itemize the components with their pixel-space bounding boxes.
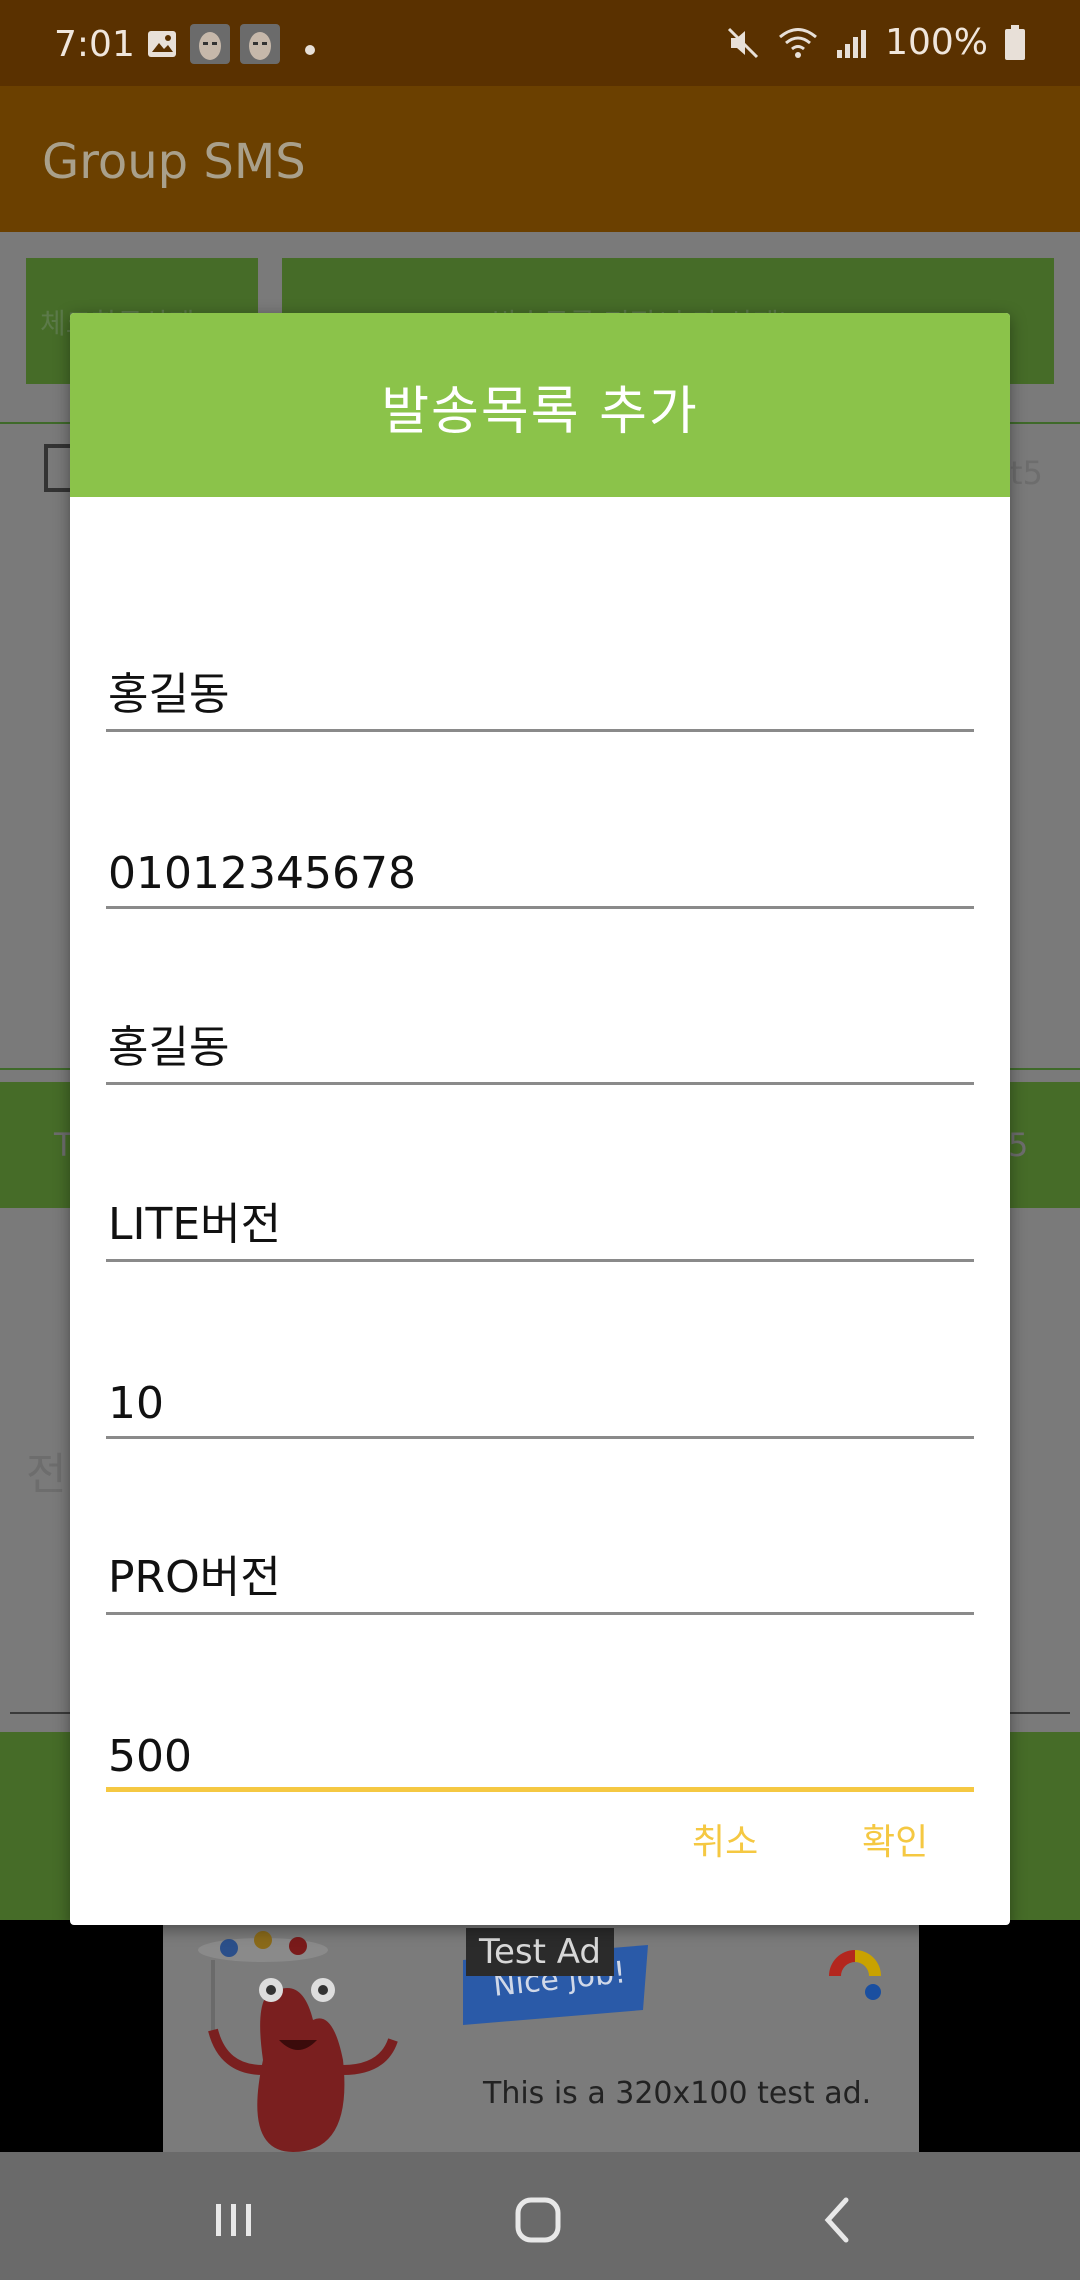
- field-underline: [106, 1612, 974, 1615]
- avatar-notification-icon: [240, 24, 280, 64]
- field-value: 10: [108, 1378, 164, 1429]
- dialog-title: 발송목록 추가: [381, 382, 699, 442]
- add-send-list-dialog: 발송목록 추가 홍길동 01012345678 홍길동 LITE버전 10 PR…: [70, 313, 1010, 1925]
- sender-field[interactable]: 홍길동: [106, 1005, 974, 1085]
- ad-monster-illustration: [198, 1931, 398, 2152]
- field-value: 홍길동: [108, 1022, 230, 1073]
- cancel-button[interactable]: 취소: [692, 1813, 758, 1865]
- test-ad-label: Test Ad: [466, 1928, 614, 1976]
- field-underline: [106, 1436, 974, 1439]
- background-side-text: 전: [26, 1449, 67, 1500]
- mute-icon: [728, 27, 759, 58]
- app-bar: Group SMS: [0, 86, 1080, 232]
- field-underline: [106, 729, 974, 732]
- home-icon[interactable]: [508, 2190, 568, 2250]
- field-underline: [106, 1259, 974, 1262]
- field-underline: [106, 906, 974, 909]
- battery-percent: 100%: [885, 22, 988, 63]
- battery-icon: [1005, 24, 1025, 60]
- gallery-notification-icon: [148, 31, 176, 57]
- dialog-header: 발송목록 추가: [70, 313, 1010, 497]
- field-value: LITE버전: [108, 1199, 282, 1250]
- avatar-notification-icon: [190, 24, 230, 64]
- field-underline: [106, 1082, 974, 1085]
- back-icon[interactable]: [808, 2190, 868, 2250]
- pro-limit-field[interactable]: 500: [106, 1712, 974, 1792]
- row-right-text: t5: [1010, 454, 1043, 492]
- app-title: Group SMS: [42, 134, 306, 190]
- status-bar: 7:01 100%: [0, 0, 1080, 86]
- signal-icon: [837, 29, 867, 58]
- pro-version-field[interactable]: PRO버전: [106, 1535, 974, 1615]
- status-time: 7:01: [54, 24, 135, 65]
- ad-brand-icon: [829, 1950, 881, 2000]
- phone-field[interactable]: 01012345678: [106, 829, 974, 909]
- field-underline-focused: [106, 1787, 974, 1792]
- limit-field[interactable]: 10: [106, 1359, 974, 1439]
- version-field[interactable]: LITE버전: [106, 1182, 974, 1262]
- field-value: 01012345678: [108, 848, 416, 899]
- name-field[interactable]: 홍길동: [106, 652, 974, 732]
- field-value: PRO버전: [108, 1552, 281, 1603]
- ok-button[interactable]: 확인: [862, 1813, 928, 1865]
- wifi-icon: [779, 27, 818, 58]
- field-value: 홍길동: [108, 669, 230, 720]
- field-value: 500: [108, 1731, 192, 1782]
- more-notifications-dot-icon: [305, 45, 315, 55]
- test-ad-text: This is a 320x100 test ad.: [483, 2076, 872, 2111]
- recent-apps-icon[interactable]: [204, 2190, 264, 2250]
